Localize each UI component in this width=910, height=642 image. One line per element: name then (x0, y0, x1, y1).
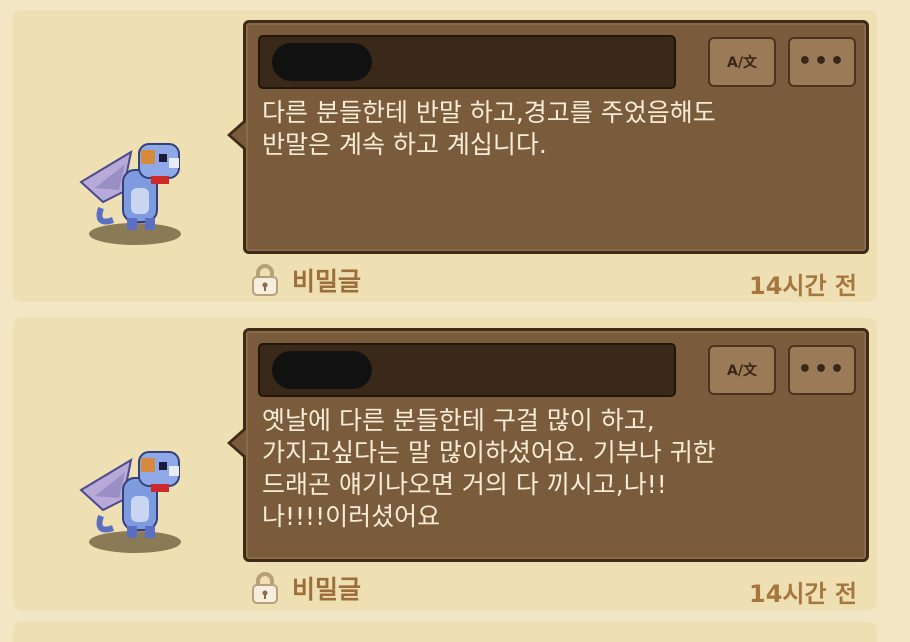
message-text: 다른 분들한테 반말 하고,경고를 주었음해도 반말은 계속 하고 계십니다. (262, 98, 716, 159)
post-card: A/文 ••• 다른 분들한테 반말 하고,경고를 주었음해도 반말은 계속 하… (13, 10, 877, 302)
redacted-name (272, 43, 372, 81)
bubble-tail (227, 119, 246, 151)
message-bubble: A/文 ••• 다른 분들한테 반말 하고,경고를 주었음해도 반말은 계속 하… (227, 20, 869, 254)
post-card: A/文 ••• 옛날에 다른 분들한테 구걸 많이 하고, 가지고싶다는 말 많… (13, 318, 877, 610)
secret-indicator: 비밀글 (250, 570, 361, 606)
more-options-button[interactable]: ••• (788, 345, 856, 395)
timestamp: 14시간 전 (749, 272, 857, 300)
lock-icon (252, 264, 278, 296)
dragon-avatar[interactable] (73, 438, 193, 558)
secret-label: 비밀글 (292, 267, 362, 296)
message-bubble: A/文 ••• 옛날에 다른 분들한테 구걸 많이 하고, 가지고싶다는 말 많… (227, 328, 869, 562)
translate-icon: A/文 (727, 363, 757, 379)
translate-icon: A/文 (727, 55, 757, 71)
next-post-card-edge (13, 622, 877, 642)
secret-indicator: 비밀글 (250, 262, 361, 298)
translate-button[interactable]: A/文 (708, 37, 776, 87)
author-name-bar[interactable] (258, 35, 676, 89)
secret-label: 비밀글 (292, 575, 362, 604)
timestamp: 14시간 전 (749, 580, 857, 608)
translate-button[interactable]: A/文 (708, 345, 776, 395)
lock-icon (252, 572, 278, 604)
more-dots-icon: ••• (797, 49, 847, 74)
more-options-button[interactable]: ••• (788, 37, 856, 87)
author-name-bar[interactable] (258, 343, 676, 397)
dragon-avatar[interactable] (73, 130, 193, 250)
redacted-name (272, 351, 372, 389)
bubble-tail (227, 427, 246, 459)
message-text: 옛날에 다른 분들한테 구걸 많이 하고, 가지고싶다는 말 많이하셨어요. 기… (262, 406, 716, 531)
more-dots-icon: ••• (797, 357, 847, 382)
